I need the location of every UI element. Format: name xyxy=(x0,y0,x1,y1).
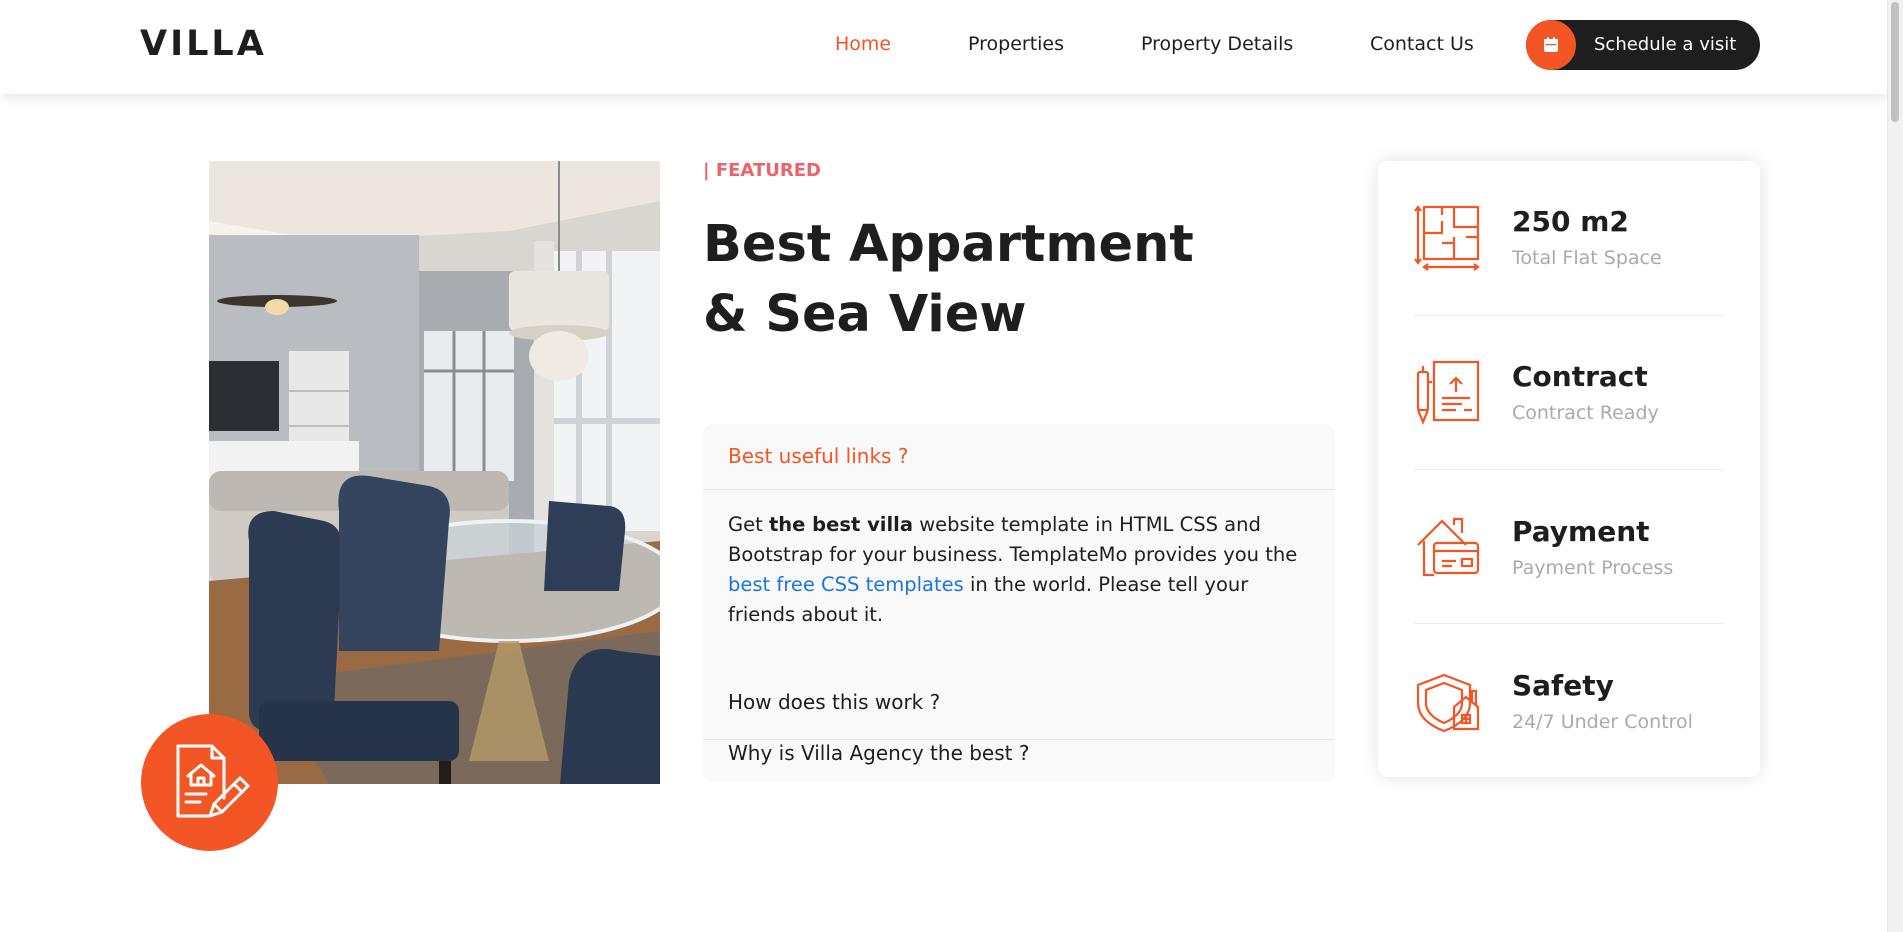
apartment-photo xyxy=(209,161,660,784)
accordion-item-why-villa[interactable]: Why is Villa Agency the best ? xyxy=(703,717,1335,782)
info-label: 24/7 Under Control xyxy=(1512,711,1693,733)
info-value: 250 m2 xyxy=(1512,205,1629,238)
schedule-visit-label: Schedule a visit xyxy=(1594,34,1737,55)
document-house-pen-icon[interactable] xyxy=(141,714,278,851)
property-info-card: 250 m2 Total Flat Space Contract Contrac… xyxy=(1378,161,1760,777)
divider xyxy=(1414,623,1724,624)
nav-contact-us[interactable]: Contact Us xyxy=(1370,33,1474,55)
info-label: Total Flat Space xyxy=(1512,247,1662,269)
page-scrollbar[interactable] xyxy=(1887,0,1903,932)
page-title: Best Appartment & Sea View xyxy=(703,210,1223,350)
info-item-safety: Safety 24/7 Under Control xyxy=(1378,625,1760,779)
info-value: Safety xyxy=(1512,669,1614,702)
payment-card-icon xyxy=(1417,517,1480,577)
site-logo[interactable]: VILLA xyxy=(140,24,267,64)
accordion-question: Why is Villa Agency the best ? xyxy=(728,741,1030,765)
title-line-1: Best Appartment xyxy=(703,215,1194,274)
accordion-item-useful-links[interactable]: Best useful links ? xyxy=(703,424,1335,490)
info-label: Payment Process xyxy=(1512,557,1674,579)
nav-home[interactable]: Home xyxy=(835,33,891,55)
info-value: Payment xyxy=(1512,515,1650,548)
info-value: Contract xyxy=(1512,360,1648,393)
info-item-contract: Contract Contract Ready xyxy=(1378,316,1760,470)
scrollbar-thumb[interactable] xyxy=(1891,2,1899,122)
title-line-2: & Sea View xyxy=(703,285,1027,344)
nav-properties[interactable]: Properties xyxy=(968,33,1064,55)
floor-plan-icon xyxy=(1414,205,1480,271)
calendar-icon xyxy=(1526,20,1576,70)
shield-house-icon xyxy=(1416,673,1480,733)
faq-accordion: Best useful links ? Get the best villa w… xyxy=(703,424,1335,782)
accordion-question: How does this work ? xyxy=(728,690,941,714)
info-item-area: 250 m2 Total Flat Space xyxy=(1378,161,1760,315)
contract-icon xyxy=(1416,360,1480,425)
info-label: Contract Ready xyxy=(1512,402,1659,424)
divider xyxy=(1414,469,1724,470)
accordion-answer: Get the best villa website template in H… xyxy=(728,510,1318,630)
info-item-payment: Payment Payment Process xyxy=(1378,471,1760,625)
accordion-question: Best useful links ? xyxy=(728,444,909,468)
free-css-templates-link[interactable]: best free CSS templates xyxy=(728,573,964,596)
schedule-visit-button[interactable]: Schedule a visit xyxy=(1526,20,1760,70)
featured-label: | FEATURED xyxy=(703,160,821,181)
nav-property-details[interactable]: Property Details xyxy=(1141,33,1293,55)
site-header: VILLA Home Properties Property Details C… xyxy=(0,0,1888,94)
answer-bold-text: the best villa xyxy=(768,513,913,536)
answer-text-start: Get xyxy=(728,513,769,536)
